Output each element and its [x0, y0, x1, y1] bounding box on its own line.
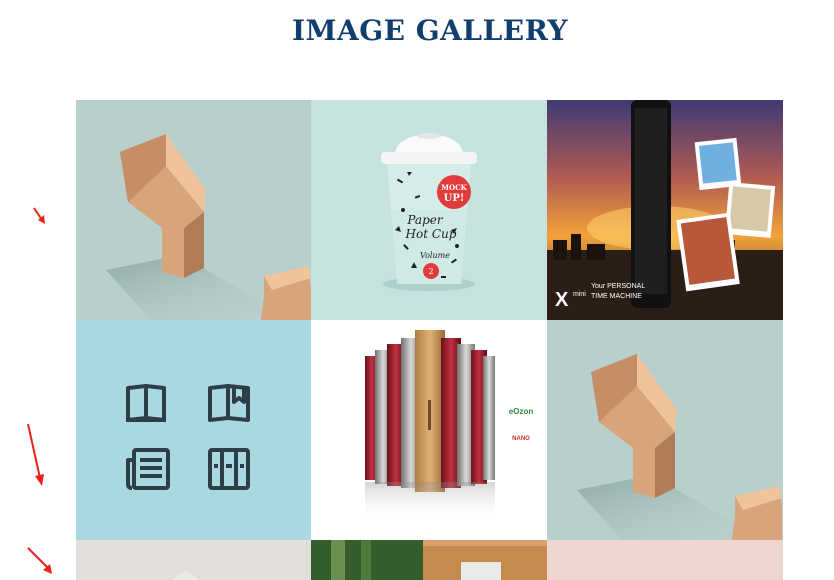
page-title: IMAGE GALLERY [291, 14, 569, 47]
binders-icon [208, 448, 250, 490]
open-book-icon [126, 384, 166, 422]
gallery-item-7[interactable] [76, 540, 311, 580]
cup-volume-text: Volume [420, 251, 450, 260]
gallery-item-book-icons[interactable] [76, 320, 311, 540]
cup-badge-text-2: UP! [444, 193, 465, 204]
gallery-item-9[interactable] [547, 540, 783, 580]
annotation-arrow-icon-2 [27, 423, 44, 486]
ad-logo-small: NANO [512, 436, 530, 442]
ad-tagline-2: TIME MACHINE [591, 293, 642, 300]
gallery-item-wooden-block-2[interactable] [547, 320, 783, 540]
wooden-block-image-2 [577, 354, 782, 540]
phone-ad-image: X mini Your PERSONAL TIME MACHINE [547, 100, 783, 320]
gallery-image-7 [76, 540, 311, 580]
ad-logo-text: eOzon [509, 407, 534, 416]
bookmark-book-icon [208, 384, 250, 422]
gallery-item-8[interactable] [311, 540, 547, 580]
gallery-item-wooden-block-1[interactable] [76, 100, 311, 320]
brand-mark: X [555, 289, 569, 311]
ad-tagline-1: Your PERSONAL [591, 283, 645, 290]
newspaper-icon [126, 448, 170, 490]
gallery-item-phone-ad[interactable]: X mini Your PERSONAL TIME MACHINE [547, 100, 783, 320]
image-gallery: MOCK UP! Paper Hot Cup Volume 2 X mini Y… [76, 100, 783, 580]
annotation-arrow-icon-3 [27, 547, 52, 574]
cup-script-text: Paper [406, 213, 443, 227]
cup-volume-number: 2 [428, 267, 433, 276]
gallery-item-paper-cup[interactable]: MOCK UP! Paper Hot Cup Volume 2 [311, 100, 547, 320]
refrigerators-image: eOzon NANO [365, 330, 534, 522]
gallery-item-refrigerators[interactable]: eOzon NANO [311, 320, 547, 540]
wooden-block-image [106, 134, 311, 320]
paper-cup-image: MOCK UP! Paper Hot Cup Volume 2 [381, 133, 477, 291]
cup-badge-text: MOCK [441, 183, 467, 192]
annotation-arrow-icon [33, 207, 45, 224]
cup-script-text-2: Hot Cup [405, 227, 457, 241]
book-icons-image [126, 384, 250, 490]
gallery-image-8 [311, 540, 547, 580]
brand-small: mini [573, 291, 586, 298]
